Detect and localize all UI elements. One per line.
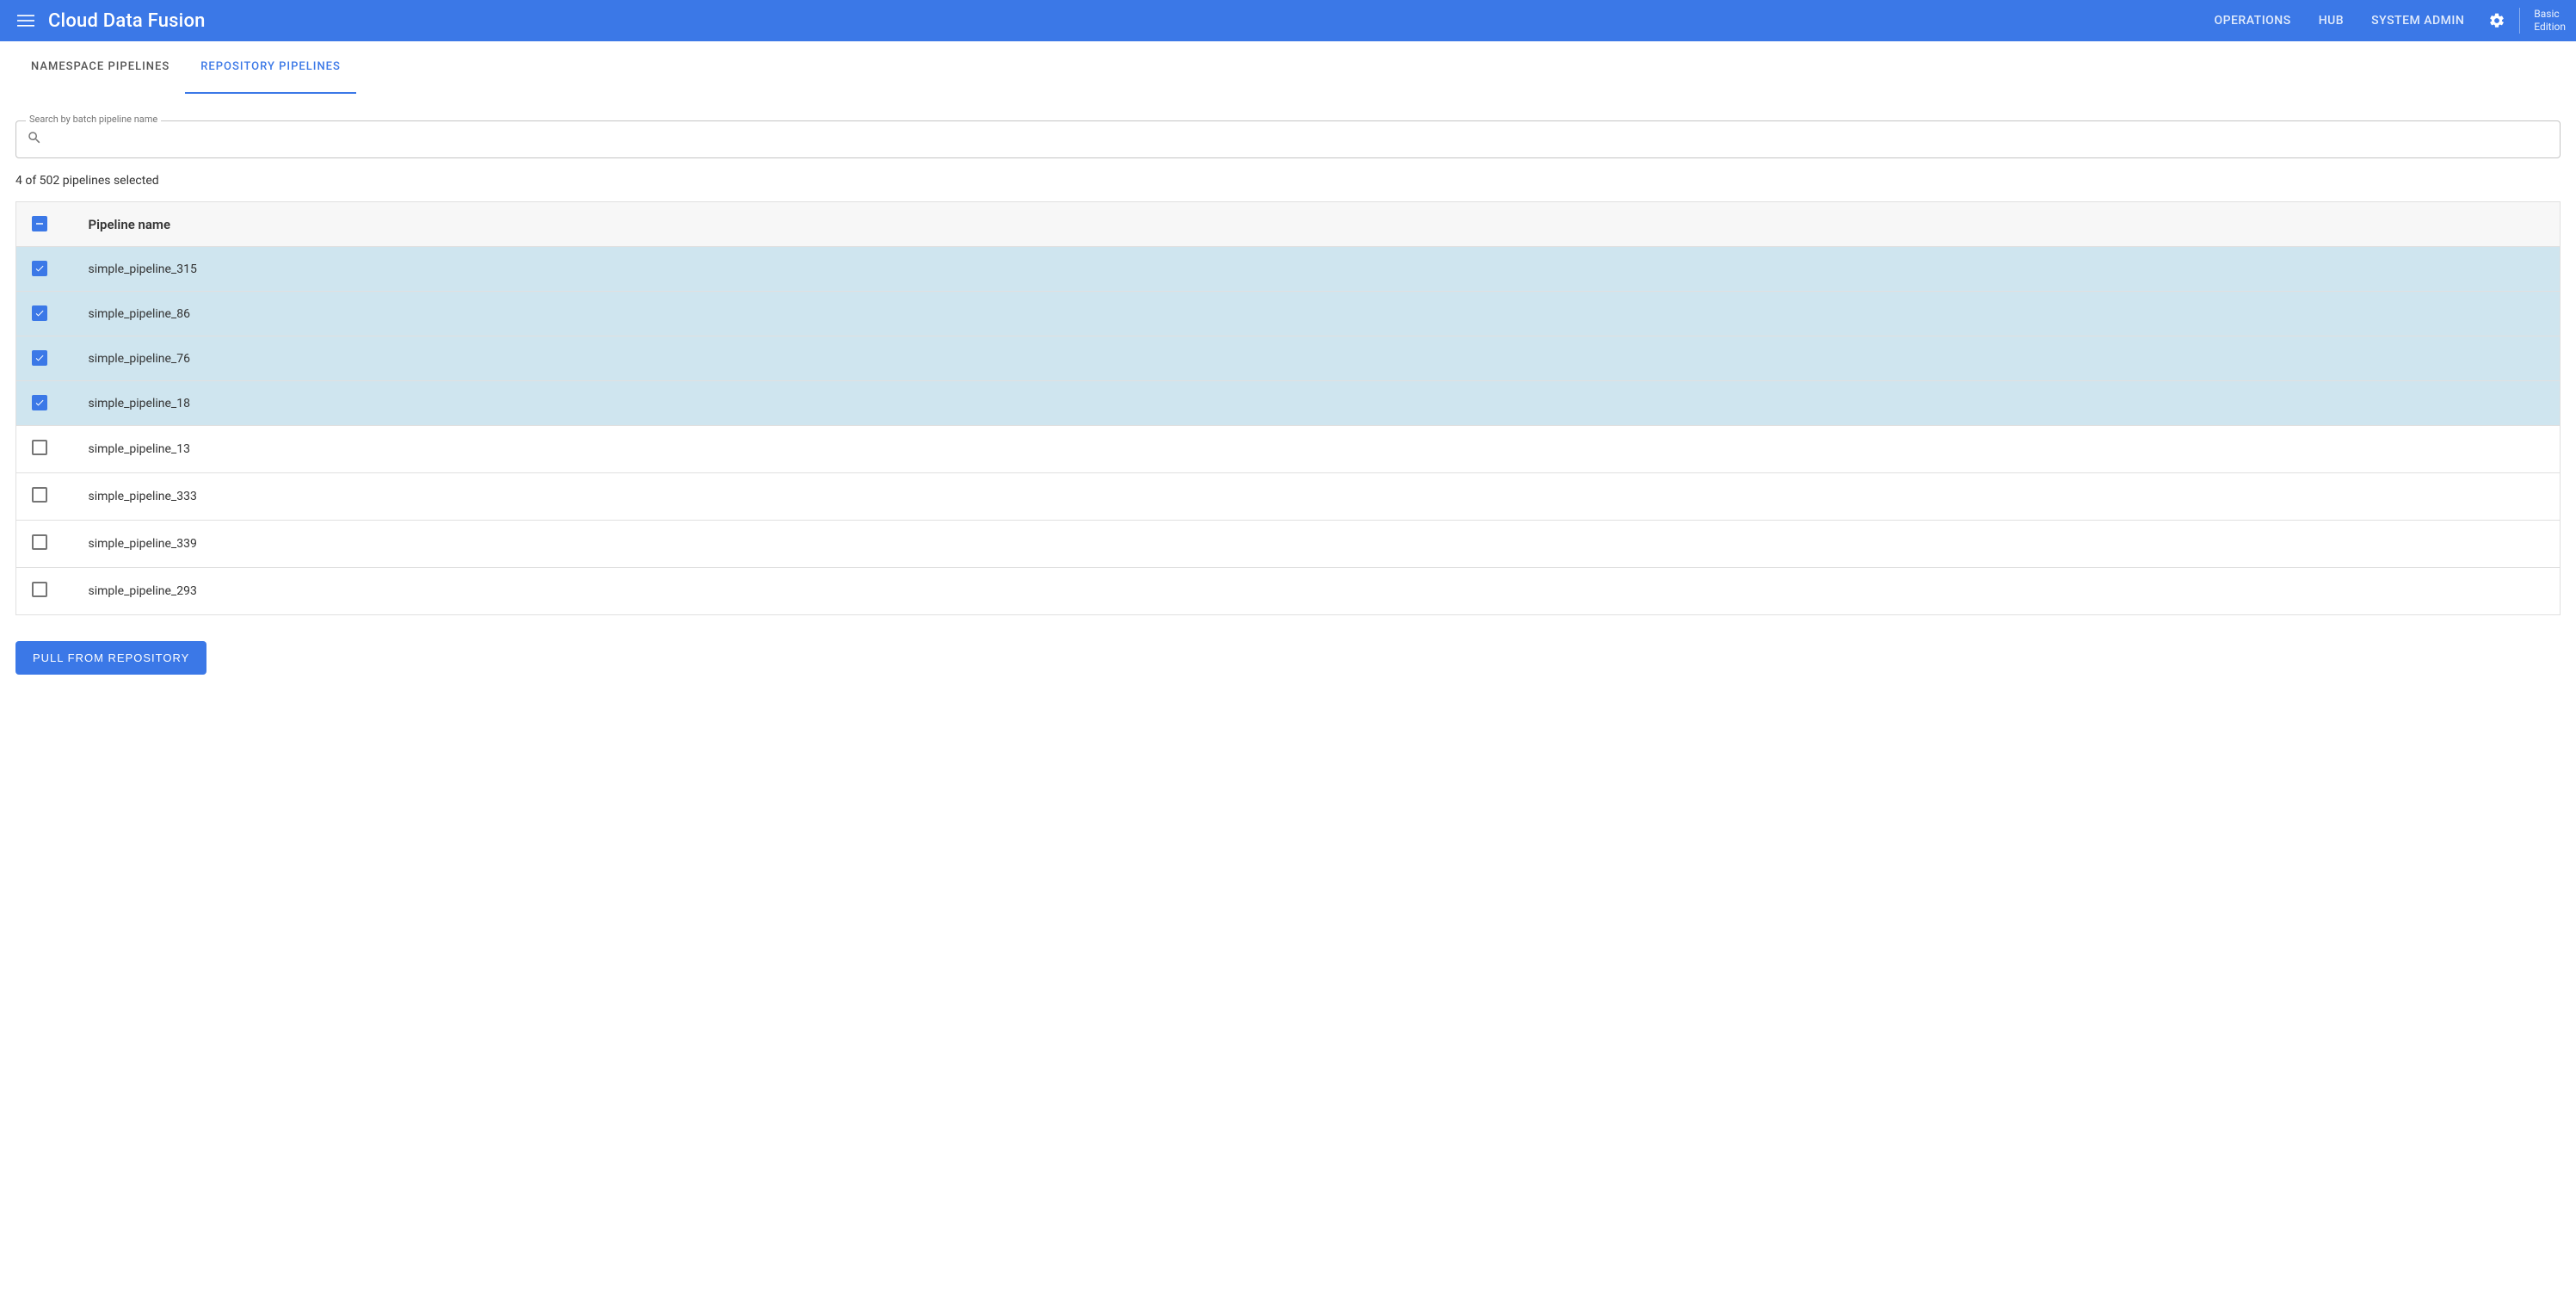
- search-box[interactable]: [15, 120, 2561, 158]
- column-header-pipeline-name: Pipeline name: [77, 202, 2561, 247]
- settings-icon[interactable]: [2488, 12, 2505, 29]
- row-checkbox[interactable]: [32, 582, 47, 597]
- tab-repository-pipelines[interactable]: REPOSITORY PIPELINES: [185, 41, 356, 94]
- row-checkbox[interactable]: [32, 487, 47, 503]
- nav-hub[interactable]: HUB: [2319, 14, 2344, 28]
- pipeline-name-cell: simple_pipeline_339: [77, 521, 2561, 568]
- pipeline-name-cell: simple_pipeline_293: [77, 568, 2561, 615]
- edition-line2: Edition: [2534, 21, 2566, 34]
- search-wrapper: Search by batch pipeline name: [15, 120, 2561, 158]
- header-nav: OPERATIONS HUB SYSTEM ADMIN: [2214, 14, 2464, 28]
- table-row[interactable]: simple_pipeline_13: [16, 426, 2561, 473]
- table-row[interactable]: simple_pipeline_315: [16, 247, 2561, 292]
- table-row[interactable]: simple_pipeline_86: [16, 292, 2561, 336]
- pipeline-name-cell: simple_pipeline_76: [77, 336, 2561, 381]
- nav-operations[interactable]: OPERATIONS: [2214, 14, 2290, 28]
- pipeline-name-cell: simple_pipeline_18: [77, 381, 2561, 426]
- tab-namespace-pipelines[interactable]: NAMESPACE PIPELINES: [15, 41, 185, 94]
- selection-count: 4 of 502 pipelines selected: [15, 174, 2561, 188]
- row-checkbox[interactable]: [32, 305, 47, 321]
- search-label: Search by batch pipeline name: [26, 114, 161, 125]
- tabs: NAMESPACE PIPELINES REPOSITORY PIPELINES: [0, 41, 2576, 95]
- pipeline-table: Pipeline name simple_pipeline_315simple_…: [15, 201, 2561, 615]
- row-checkbox[interactable]: [32, 261, 47, 276]
- nav-system-admin[interactable]: SYSTEM ADMIN: [2371, 14, 2464, 28]
- table-row[interactable]: simple_pipeline_293: [16, 568, 2561, 615]
- pull-from-repository-button[interactable]: PULL FROM REPOSITORY: [15, 641, 206, 675]
- row-checkbox[interactable]: [32, 350, 47, 366]
- edition-line1: Basic: [2534, 8, 2566, 21]
- pipeline-name-cell: simple_pipeline_315: [77, 247, 2561, 292]
- brand-title: Cloud Data Fusion: [48, 10, 206, 32]
- table-row[interactable]: simple_pipeline_339: [16, 521, 2561, 568]
- pipeline-name-cell: simple_pipeline_13: [77, 426, 2561, 473]
- app-header: Cloud Data Fusion OPERATIONS HUB SYSTEM …: [0, 0, 2576, 41]
- search-icon: [27, 130, 42, 149]
- search-input[interactable]: [51, 133, 2549, 146]
- hamburger-menu-icon[interactable]: [10, 5, 41, 36]
- select-all-checkbox[interactable]: [32, 216, 47, 231]
- pipeline-name-cell: simple_pipeline_333: [77, 473, 2561, 521]
- table-row[interactable]: simple_pipeline_18: [16, 381, 2561, 426]
- table-row[interactable]: simple_pipeline_333: [16, 473, 2561, 521]
- pipeline-name-cell: simple_pipeline_86: [77, 292, 2561, 336]
- row-checkbox[interactable]: [32, 440, 47, 455]
- edition-badge: Basic Edition: [2519, 8, 2566, 34]
- row-checkbox[interactable]: [32, 534, 47, 550]
- row-checkbox[interactable]: [32, 395, 47, 410]
- table-row[interactable]: simple_pipeline_76: [16, 336, 2561, 381]
